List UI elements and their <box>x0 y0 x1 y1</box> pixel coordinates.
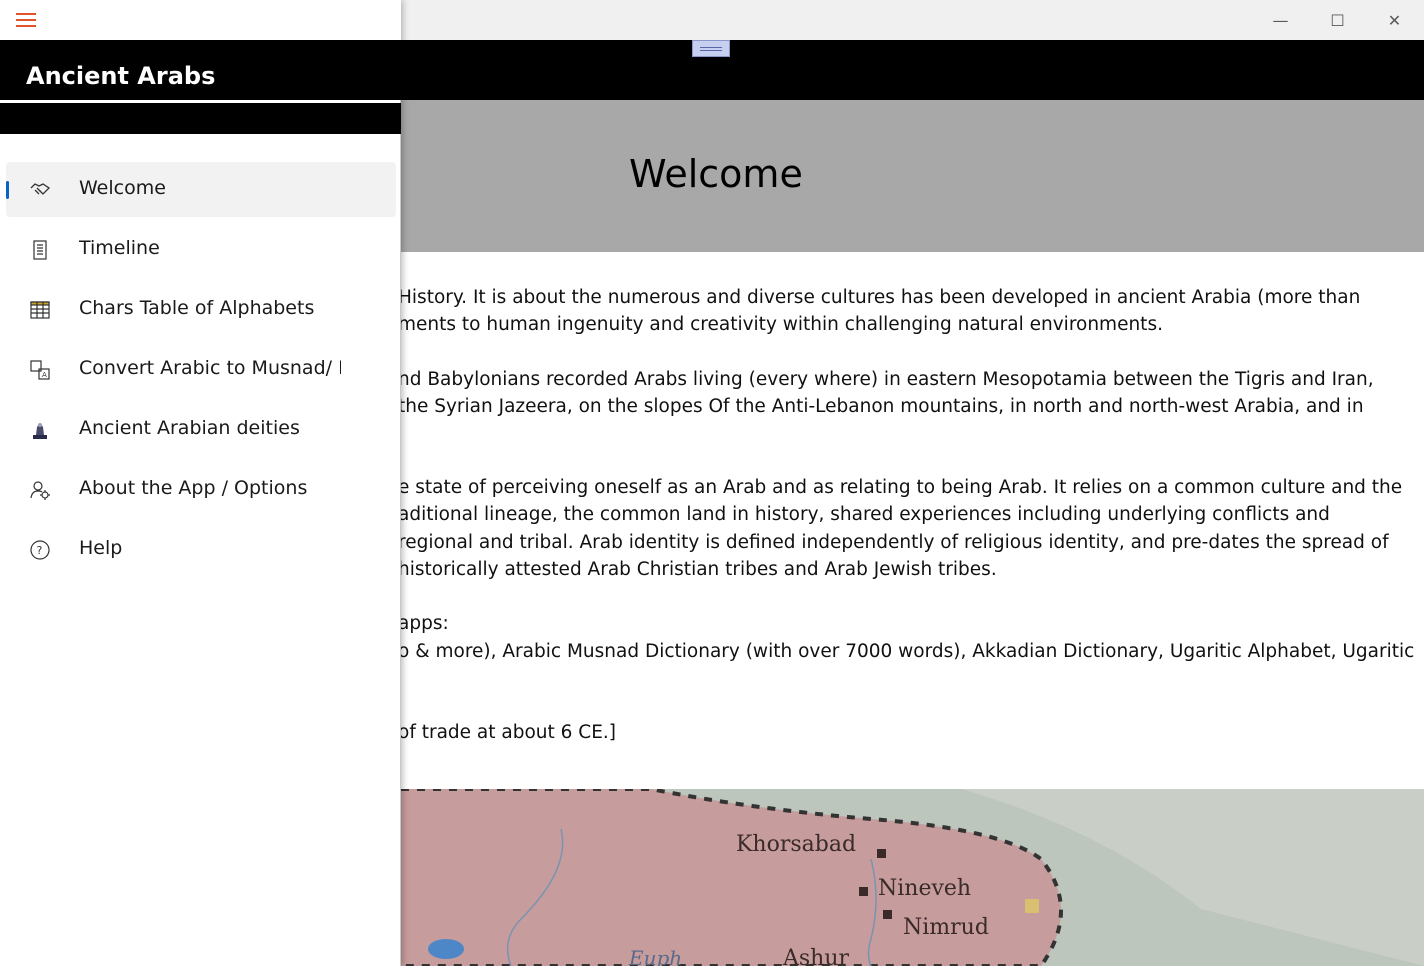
nav-item-label: Ancient Arabian deities <box>79 417 300 439</box>
welcome-text: History. It is about the numerous and di… <box>398 252 1424 789</box>
text-line: o & more), Arabic Musnad Dictionary (wit… <box>398 640 1415 662</box>
help-circle-icon: ? <box>29 539 51 561</box>
sidebar-header-strip <box>0 103 401 134</box>
nav-item-label: Help <box>79 537 123 559</box>
text-line: of trade at about 6 CE.] <box>398 721 616 743</box>
nav-item-convert[interactable]: A Convert Arabic to Musnad/ F <box>6 342 396 397</box>
text-line: e state of perceiving oneself as an Arab… <box>398 477 1403 499</box>
sidebar-top-bar <box>0 0 401 40</box>
nav-item-label: Timeline <box>79 237 160 259</box>
nav-item-about[interactable]: About the App / Options <box>6 462 396 517</box>
map-label: Ashur <box>782 946 850 966</box>
nav-item-label: Chars Table of Alphabets <box>79 297 315 319</box>
navigation-pane: Ancient Arabs Welcome Timeline Chars Tab… <box>0 0 401 966</box>
map-label: Euph <box>628 946 682 966</box>
map-label: Khorsabad <box>736 832 856 857</box>
map-label: Nimrud <box>903 915 989 940</box>
selection-indicator <box>6 181 9 199</box>
nav-list: Welcome Timeline Chars Table of Alphabet… <box>6 162 396 582</box>
text-line: regional and tribal. Arab identity is de… <box>398 531 1389 553</box>
statue-icon <box>29 419 51 441</box>
minimize-button[interactable]: — <box>1252 0 1309 40</box>
nav-item-help[interactable]: ? Help <box>6 522 396 577</box>
nav-item-label: About the App / Options <box>79 477 308 499</box>
document-list-icon <box>29 239 51 261</box>
hamburger-menu-icon[interactable] <box>16 12 36 28</box>
ancient-map-image: Khorsabad Nineveh Nimrud Ashur Euph <box>401 789 1424 966</box>
nav-item-label: Convert Arabic to Musnad/ F <box>79 357 341 379</box>
svg-text:A: A <box>42 371 47 379</box>
text-line: aditional lineage, the common land in hi… <box>398 504 1330 526</box>
map-label: Nineveh <box>878 876 971 901</box>
text-line: History. It is about the numerous and di… <box>398 287 1361 308</box>
nav-item-timeline[interactable]: Timeline <box>6 222 396 277</box>
svg-text:?: ? <box>37 544 43 557</box>
app-window: — ☐ ✕ Welcome History. It is about the n… <box>0 0 1424 966</box>
handshake-icon <box>29 179 51 201</box>
page-title: Welcome <box>629 152 803 196</box>
person-gear-icon <box>29 479 51 501</box>
nav-item-welcome[interactable]: Welcome <box>6 162 396 217</box>
nav-item-label: Welcome <box>79 177 166 199</box>
nav-item-chars-table[interactable]: Chars Table of Alphabets <box>6 282 396 337</box>
maximize-button[interactable]: ☐ <box>1309 0 1366 40</box>
text-line: ments to human ingenuity and creativity … <box>398 314 1163 336</box>
close-button[interactable]: ✕ <box>1366 0 1423 40</box>
drag-handle[interactable] <box>692 40 730 57</box>
text-line: nd Babylonians recorded Arabs living (ev… <box>398 368 1374 390</box>
app-title: Ancient Arabs <box>26 62 216 90</box>
text-line: the Syrian Jazeera, on the slopes Of the… <box>398 395 1364 417</box>
table-icon <box>29 299 51 321</box>
nav-item-deities[interactable]: Ancient Arabian deities <box>6 402 396 457</box>
text-line: apps: <box>398 613 449 635</box>
translate-icon: A <box>29 359 51 381</box>
text-line: historically attested Arab Christian tri… <box>398 559 997 581</box>
